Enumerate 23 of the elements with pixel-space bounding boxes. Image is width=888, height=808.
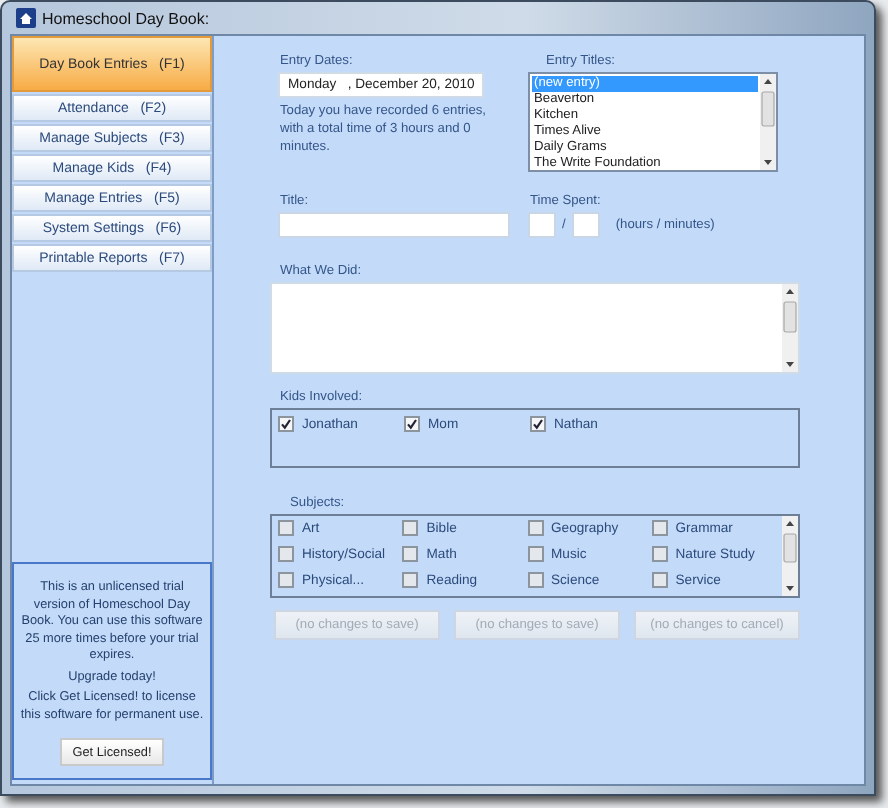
- minutes-input[interactable]: [571, 212, 600, 238]
- checkbox[interactable]: [402, 520, 419, 536]
- hours-input[interactable]: [528, 212, 556, 238]
- checkbox[interactable]: [402, 546, 419, 562]
- checkbox[interactable]: [651, 546, 668, 562]
- checkbox[interactable]: [527, 520, 543, 536]
- checkbox[interactable]: [402, 572, 419, 588]
- checkbox[interactable]: [527, 546, 543, 562]
- checkbox[interactable]: [278, 572, 294, 588]
- scrollbar[interactable]: [782, 284, 798, 372]
- checkbox[interactable]: [404, 416, 420, 432]
- house-icon: [16, 8, 36, 28]
- scrollbar[interactable]: [782, 516, 798, 596]
- scrollbar[interactable]: [760, 74, 776, 170]
- checkbox[interactable]: [530, 416, 546, 432]
- window-title: Homeschool Day Book:: [42, 9, 210, 27]
- checkbox[interactable]: [651, 520, 668, 536]
- checkbox[interactable]: [278, 416, 294, 432]
- checkbox[interactable]: [278, 520, 294, 536]
- title-input[interactable]: [278, 212, 510, 238]
- checkbox[interactable]: [527, 572, 543, 588]
- checkbox[interactable]: [651, 572, 668, 588]
- checkbox[interactable]: [278, 546, 294, 562]
